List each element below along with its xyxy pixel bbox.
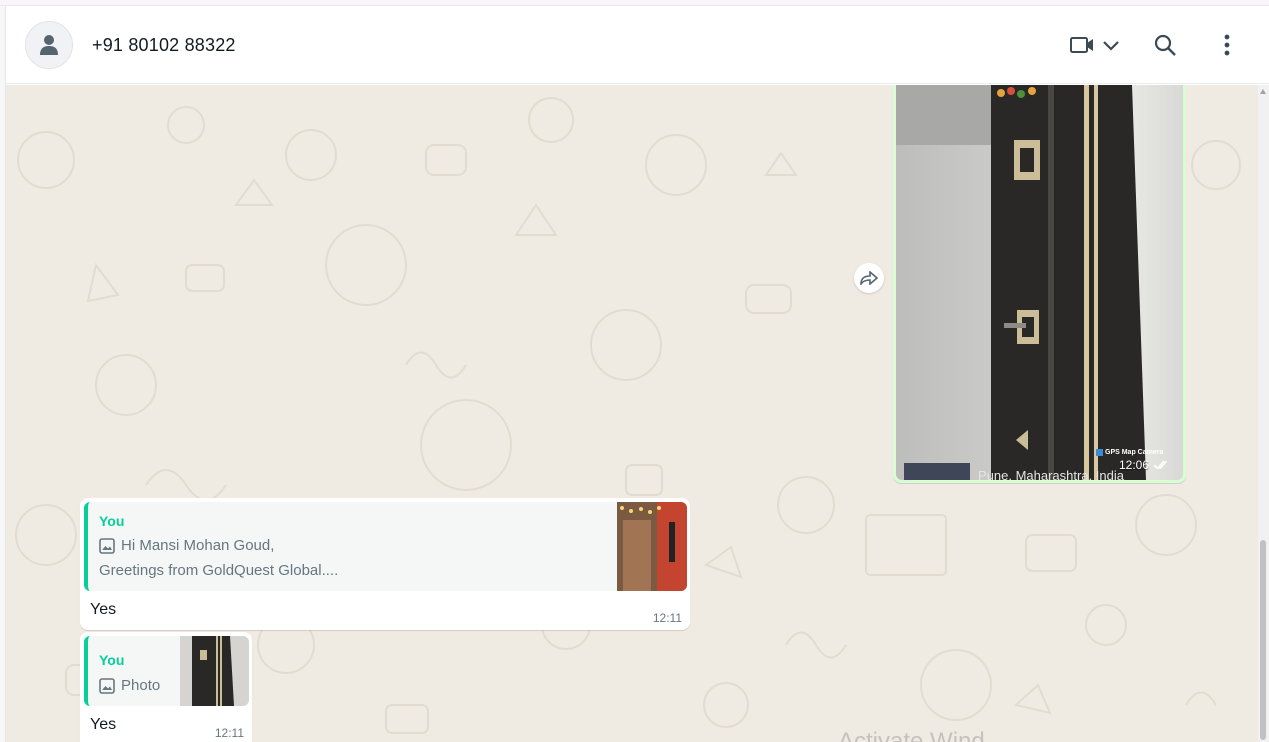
quote-author: You	[99, 513, 125, 529]
timestamp: 12:11	[214, 726, 244, 740]
quoted-message[interactable]: You Hi Mansi Mohan Goud, Greetings from …	[84, 502, 687, 591]
quoted-message[interactable]: You Photo	[84, 636, 249, 706]
gps-icon	[1096, 449, 1103, 456]
gps-watermark: GPS Map Camera	[1096, 449, 1163, 456]
reply-message-2[interactable]: You Photo Yes 12:11	[80, 632, 252, 742]
quote-line: Photo	[99, 677, 160, 694]
chat-scrollbar[interactable]	[1258, 85, 1269, 742]
image-icon	[99, 677, 115, 694]
timestamp: 12:06	[1118, 458, 1149, 472]
chat-header: +91 80102 88322	[6, 6, 1269, 84]
door-photo[interactable]: GPS Map Camera Pune, Maharashtra, India …	[896, 85, 1183, 480]
scroll-up-icon[interactable]	[1260, 89, 1266, 94]
chevron-down-icon[interactable]	[1100, 34, 1122, 56]
message-text: Yes	[90, 716, 117, 733]
forward-icon	[860, 271, 879, 285]
quote-line: Hi Mansi Mohan Goud,	[99, 537, 274, 554]
search-icon[interactable]	[1152, 32, 1178, 58]
quote-thumbnail	[180, 636, 249, 706]
message-time: 12:06	[1119, 458, 1171, 472]
chat-area: GPS Map Camera Pune, Maharashtra, India …	[6, 85, 1258, 742]
timestamp: 12:11	[652, 611, 682, 625]
avatar[interactable]	[25, 21, 73, 69]
quote-thumbnail	[617, 502, 687, 591]
quote-author: You	[99, 652, 125, 668]
scroll-thumb[interactable]	[1260, 540, 1266, 740]
menu-icon[interactable]	[1216, 33, 1238, 57]
person-icon	[40, 35, 58, 55]
reply-message[interactable]: You Hi Mansi Mohan Goud, Greetings from …	[80, 498, 690, 630]
message-text: Yes	[90, 601, 117, 618]
quote-line-2: Greetings from GoldQuest Global....	[99, 562, 339, 579]
video-call-icon[interactable]	[1067, 31, 1097, 59]
photo-message[interactable]: GPS Map Camera Pune, Maharashtra, India …	[893, 85, 1186, 483]
contact-name[interactable]: +91 80102 88322	[92, 35, 236, 56]
image-icon	[99, 537, 115, 554]
forward-button[interactable]	[854, 263, 884, 293]
location-caption: Pune, Maharashtra, India	[978, 468, 1124, 480]
activation-watermark: Activate Wind	[838, 728, 985, 742]
double-check-icon	[1153, 460, 1168, 470]
